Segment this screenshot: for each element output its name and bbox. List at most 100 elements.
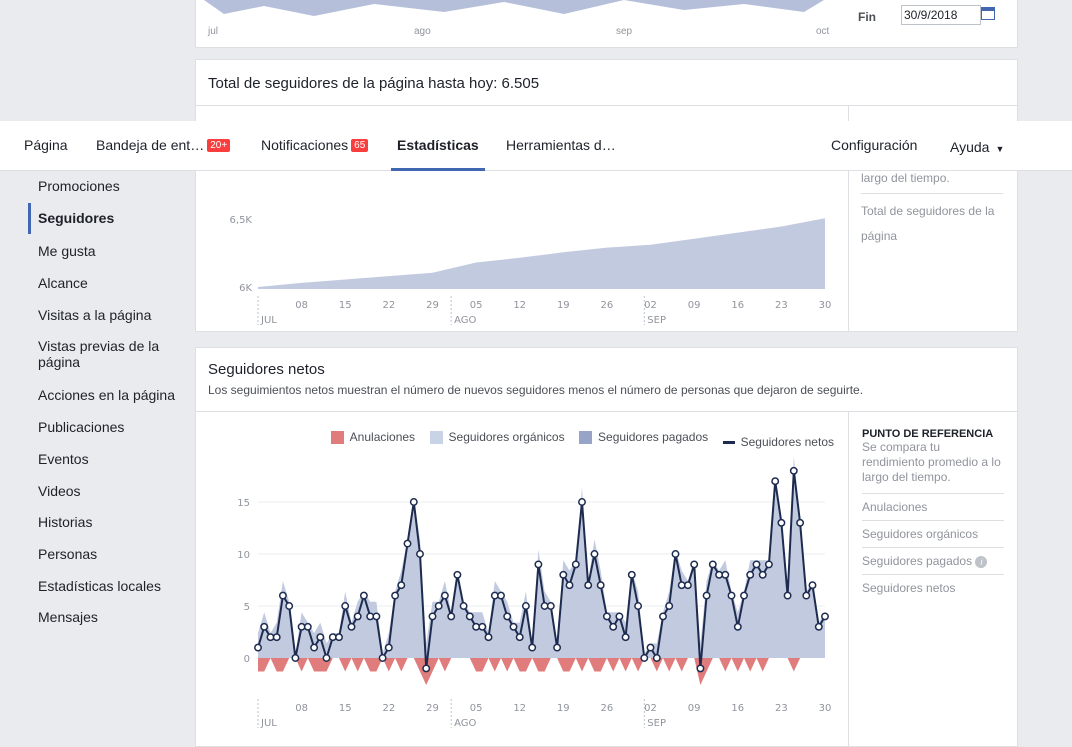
sidebar-item-local-insights[interactable]: Estadísticas locales — [28, 578, 183, 594]
reference-link-net[interactable]: Seguidores netos — [862, 574, 1004, 601]
net-followers-point — [272, 633, 281, 642]
month-label: JUL — [260, 718, 277, 729]
x-tick-label: 30 — [819, 300, 832, 311]
net-followers-point — [802, 591, 811, 600]
net-followers-point — [254, 643, 262, 652]
net-followers-point — [322, 654, 331, 662]
net-followers-title: Seguidores netos — [208, 361, 325, 378]
chevron-down-icon: ▼ — [995, 144, 1005, 154]
net-followers-point — [727, 591, 736, 600]
net-followers-point — [285, 602, 294, 610]
net-followers-point — [740, 591, 748, 600]
x-tick-label: 23 — [775, 703, 788, 714]
net-followers-point — [434, 602, 443, 610]
x-tick-label: 22 — [382, 300, 395, 311]
sidebar-item-stories[interactable]: Historias — [28, 514, 183, 530]
net-followers-point — [671, 550, 680, 558]
net-followers-point — [621, 633, 630, 642]
y-tick-label: 15 — [237, 498, 250, 509]
net-followers-point — [409, 498, 418, 506]
end-date-label: Fin — [858, 10, 876, 24]
nav-tab-inbox[interactable]: Bandeja de ent… 20+ — [96, 121, 231, 171]
net-followers-point — [596, 581, 605, 590]
net-followers-point — [341, 602, 350, 610]
sidebar-item-promotions[interactable]: Promociones — [28, 178, 183, 198]
net-followers-point — [403, 539, 412, 548]
net-followers-point — [328, 633, 337, 642]
reference-text: Se compara tu rendimiento promedio a lo … — [862, 440, 1001, 484]
month-label: SEP — [647, 315, 666, 326]
month-label-oct: oct — [816, 26, 830, 37]
net-followers-point — [796, 518, 805, 527]
sidebar-item-page-previews[interactable]: Vistas previas de la página — [28, 338, 178, 370]
total-followers-side-link[interactable]: Total de seguidores de la página — [861, 193, 1003, 249]
nav-tab-notifications[interactable]: Notificaciones 65 — [261, 121, 369, 171]
end-date-input[interactable]: 30/9/2018 — [901, 5, 981, 25]
net-followers-point — [571, 560, 580, 569]
net-followers-point — [721, 570, 730, 579]
x-tick-label: 15 — [339, 703, 352, 714]
x-tick-label: 30 — [819, 703, 832, 714]
x-tick-label: 16 — [731, 703, 744, 714]
x-tick-label: 22 — [382, 703, 395, 714]
net-followers-point — [702, 591, 711, 600]
net-followers-point — [708, 560, 717, 569]
sidebar-item-events[interactable]: Eventos — [28, 451, 183, 467]
net-followers-point — [546, 602, 555, 610]
sidebar-item-people[interactable]: Personas — [28, 546, 183, 562]
net-followers-point — [752, 560, 761, 569]
nav-settings[interactable]: Configuración — [831, 121, 917, 171]
net-followers-point — [316, 633, 325, 642]
calendar-icon[interactable] — [981, 7, 995, 20]
net-followers-chart: 05101508 15 22 29 05 12 19 26 02 09 16 23 30JUL AGO SE… — [237, 456, 832, 729]
x-tick-label: 09 — [688, 703, 701, 714]
x-tick-label: 15 — [339, 300, 352, 311]
x-tick-label: 29 — [426, 703, 439, 714]
reference-link-organic[interactable]: Seguidores orgánicos — [862, 520, 1004, 547]
info-icon[interactable]: i — [975, 556, 988, 568]
net-followers-point — [453, 570, 462, 579]
net-followers-point — [609, 622, 618, 631]
net-followers-point — [590, 550, 599, 558]
sidebar-item-reach[interactable]: Alcance — [28, 275, 183, 291]
nav-tab-insights[interactable]: Estadísticas — [391, 121, 485, 171]
net-followers-point — [683, 581, 692, 590]
sidebar-item-posts[interactable]: Publicaciones — [28, 419, 183, 435]
sidebar-item-page-views[interactable]: Visitas a la página — [28, 307, 183, 323]
net-followers-point — [565, 581, 574, 590]
net-followers-point — [447, 612, 456, 621]
x-tick-label: 16 — [731, 300, 744, 311]
x-tick-label: 08 — [295, 300, 308, 311]
x-tick-label: 12 — [513, 300, 526, 311]
sidebar-item-messages[interactable]: Mensajes — [28, 609, 183, 625]
net-followers-point — [391, 591, 400, 600]
reference-panel: PUNTO DE REFERENCIA Se compara tu rendim… — [862, 428, 1004, 601]
sidebar-item-videos[interactable]: Videos — [28, 483, 183, 499]
reference-link-unfollows[interactable]: Anulaciones — [862, 493, 1004, 520]
y-tick-label: 6K — [239, 283, 252, 294]
sidebar-item-page-actions[interactable]: Acciones en la página — [28, 387, 183, 403]
net-followers-point — [777, 518, 786, 527]
net-followers-point — [696, 664, 705, 673]
net-followers-point — [347, 622, 356, 631]
total-followers-title: Total de seguidores de la página hasta h… — [208, 75, 540, 92]
net-followers-point — [497, 591, 505, 600]
net-followers-point — [260, 622, 269, 631]
reference-link-paid[interactable]: Seguidores pagados i — [862, 547, 1004, 574]
nav-tab-tools[interactable]: Herramientas d… — [506, 121, 616, 171]
net-followers-point — [534, 560, 543, 569]
nav-help[interactable]: Ayuda ▼ — [950, 123, 1004, 173]
total-followers-chart: 6K 6,5K 08 15 22 29 05 12 19 26 02 09 16 23 30 JUL AGO SE… — [230, 215, 832, 326]
net-followers-point — [366, 612, 375, 621]
month-label-ago: ago — [414, 26, 431, 37]
nav-tab-page[interactable]: Página — [24, 121, 68, 171]
x-tick-label: 23 — [775, 300, 788, 311]
net-followers-point — [821, 612, 829, 621]
sidebar-item-likes[interactable]: Me gusta — [28, 243, 183, 259]
sidebar-item-followers[interactable]: Seguidores — [28, 203, 183, 234]
net-followers-point — [266, 633, 275, 642]
y-tick-label: 0 — [244, 654, 250, 665]
reference-heading: PUNTO DE REFERENCIA — [862, 428, 994, 440]
net-followers-point — [640, 654, 649, 662]
net-followers-point — [484, 633, 493, 642]
